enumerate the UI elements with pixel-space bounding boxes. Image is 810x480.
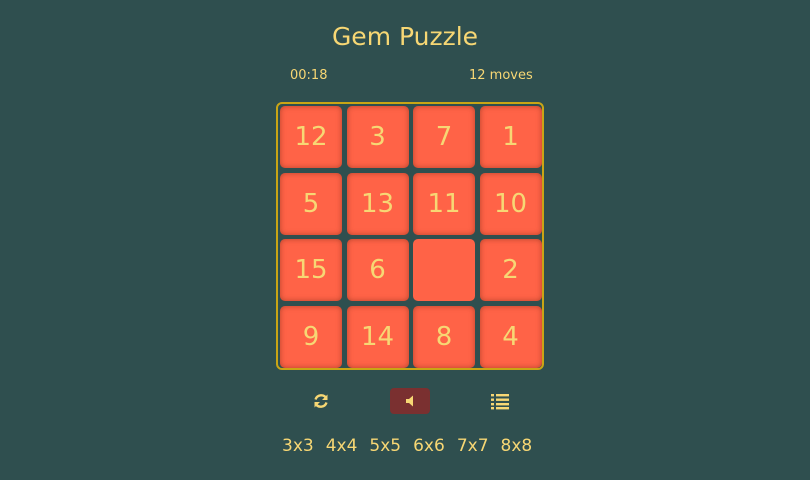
tile[interactable]: 1 <box>479 106 542 168</box>
tile[interactable]: 12 <box>280 106 342 168</box>
size-option-8x8[interactable]: 8x8 <box>501 436 533 456</box>
empty-slot[interactable] <box>413 239 475 301</box>
board-size-selector: 3x3 4x4 5x5 6x6 7x7 8x8 <box>282 436 544 456</box>
game-title: Gem Puzzle <box>331 22 479 51</box>
size-option-6x6[interactable]: 6x6 <box>413 436 445 456</box>
tile[interactable]: 6 <box>346 239 409 301</box>
size-option-4x4[interactable]: 4x4 <box>326 436 358 456</box>
tile[interactable]: 10 <box>479 172 542 235</box>
tile[interactable]: 2 <box>479 239 542 301</box>
tile[interactable]: 4 <box>479 305 542 368</box>
controls-bar <box>0 388 810 416</box>
restart-button[interactable] <box>309 388 333 414</box>
size-option-5x5[interactable]: 5x5 <box>369 436 401 456</box>
timer: 00:18 <box>290 68 328 83</box>
refresh-icon <box>314 394 328 408</box>
tile[interactable]: 3 <box>346 106 409 168</box>
tile[interactable]: 14 <box>346 305 409 368</box>
tile[interactable]: 15 <box>280 239 342 301</box>
tile[interactable]: 11 <box>413 172 475 235</box>
volume-icon <box>406 395 413 407</box>
tile[interactable]: 9 <box>280 305 342 368</box>
results-list-button[interactable] <box>488 388 512 414</box>
tile[interactable]: 7 <box>413 106 475 168</box>
tile[interactable]: 5 <box>280 172 342 235</box>
sound-toggle-button[interactable] <box>390 388 430 414</box>
list-icon <box>491 394 509 410</box>
move-counter: 12 moves <box>469 68 533 83</box>
tile[interactable]: 13 <box>346 172 409 235</box>
puzzle-board: 12 3 7 1 5 13 11 10 15 6 2 9 14 8 4 <box>276 102 544 370</box>
size-option-7x7[interactable]: 7x7 <box>457 436 489 456</box>
tile[interactable]: 8 <box>413 305 475 368</box>
size-option-3x3[interactable]: 3x3 <box>282 436 314 456</box>
